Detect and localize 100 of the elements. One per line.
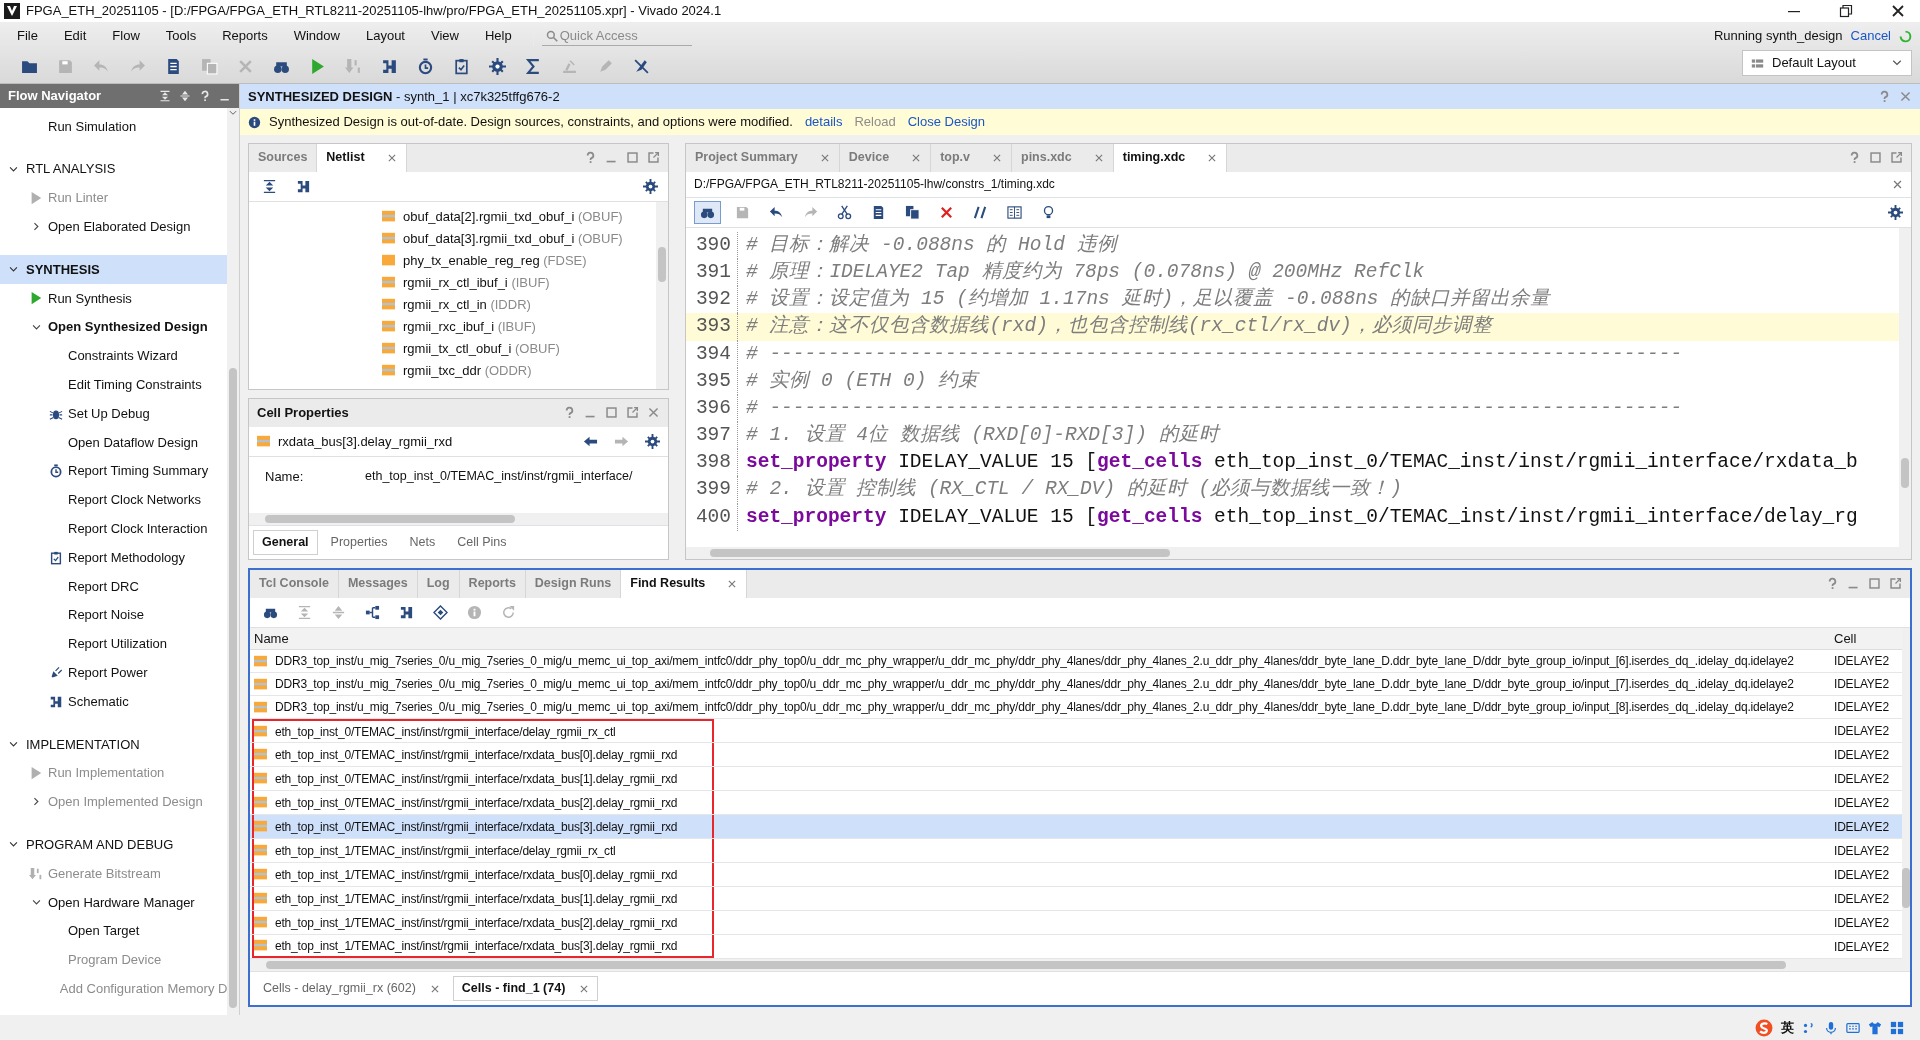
help-icon[interactable] bbox=[1826, 577, 1839, 591]
settings-icon[interactable] bbox=[645, 433, 660, 449]
nav-item[interactable]: Open Synthesized Design bbox=[0, 312, 228, 342]
column-header[interactable]: Name bbox=[250, 627, 1830, 650]
netlist-item[interactable]: rgmii_rxc_ibuf_i (IBUF) bbox=[403, 317, 536, 337]
tab[interactable]: General bbox=[253, 530, 318, 555]
layout-dropdown[interactable]: Default Layout bbox=[1742, 50, 1912, 76]
nav-section[interactable]: PROGRAM AND DEBUG bbox=[0, 830, 228, 860]
document-icon[interactable] bbox=[165, 57, 182, 75]
menu-item[interactable]: Flow bbox=[99, 26, 153, 46]
result-row[interactable]: eth_top_inst_1/TEMAC_inst/inst/rgmii_interface/delay_rgmii_rx_ctl IDELAYE2 bbox=[250, 838, 1902, 863]
help-icon[interactable] bbox=[584, 151, 597, 165]
quick-access-field[interactable]: Quick Access bbox=[541, 26, 692, 46]
clipboard-icon[interactable] bbox=[453, 57, 470, 75]
menu-item[interactable]: Edit bbox=[50, 26, 100, 46]
scrollbar[interactable] bbox=[656, 201, 668, 389]
menu-item[interactable]: Help bbox=[471, 26, 525, 46]
netlist-item[interactable]: phy_tx_enable_reg_reg (FDSE) bbox=[403, 251, 587, 271]
result-row[interactable]: eth_top_inst_1/TEMAC_inst/inst/rgmii_interface/rxdata_bus[2].delay_rgmii_rxd IDELAYE2 bbox=[250, 910, 1902, 935]
tab[interactable]: Cells - find_1 (74) bbox=[452, 976, 599, 1001]
result-row[interactable]: eth_top_inst_1/TEMAC_inst/inst/rgmii_interface/rxdata_bus[1].delay_rgmii_rxd IDELAYE2 bbox=[250, 886, 1902, 911]
maximize-icon[interactable] bbox=[605, 406, 618, 420]
keyboard-icon[interactable] bbox=[1846, 1020, 1860, 1035]
nav-item[interactable]: Report Utilization bbox=[0, 629, 228, 659]
scrollbar[interactable] bbox=[227, 108, 239, 1015]
float-icon[interactable] bbox=[1889, 577, 1902, 591]
tab[interactable]: timing.xdc bbox=[1113, 143, 1228, 172]
nav-item[interactable]: Schematic bbox=[0, 687, 228, 716]
maximize-icon[interactable] bbox=[626, 151, 639, 165]
info-link[interactable]: Close Design bbox=[907, 112, 985, 132]
lightbulb-icon[interactable] bbox=[1041, 204, 1056, 220]
tab[interactable]: pins.xdc bbox=[1012, 143, 1114, 172]
help-icon[interactable] bbox=[563, 406, 576, 420]
tab[interactable]: Device bbox=[839, 143, 932, 172]
netlist-item[interactable]: rgmii_tx_ctl_obuf_i (OBUF) bbox=[403, 339, 560, 359]
crossed-tool-icon[interactable] bbox=[633, 57, 650, 75]
stopwatch-icon[interactable] bbox=[417, 57, 434, 75]
nav-section[interactable]: SYNTHESIS bbox=[0, 255, 228, 284]
scrollbar[interactable] bbox=[686, 546, 1911, 559]
tab[interactable]: Find Results bbox=[621, 569, 748, 598]
tab[interactable]: Cell Pins bbox=[448, 530, 516, 555]
delete-icon[interactable] bbox=[939, 204, 954, 220]
menu-item[interactable]: View bbox=[418, 26, 472, 46]
sigma-icon[interactable] bbox=[525, 57, 542, 75]
result-row[interactable]: eth_top_inst_0/TEMAC_inst/inst/rgmii_interface/rxdata_bus[1].delay_rgmii_rxd IDELAYE2 bbox=[250, 766, 1902, 791]
netlist-item[interactable]: obuf_data[2].rgmii_txd_obuf_i (OBUF) bbox=[403, 207, 623, 227]
float-icon[interactable] bbox=[647, 151, 660, 165]
tab[interactable]: Cells - delay_rgmii_rx (602) bbox=[254, 976, 449, 1001]
restore-icon[interactable] bbox=[1838, 3, 1854, 19]
nav-section[interactable]: RTL ANALYSIS bbox=[0, 154, 228, 184]
scrollbar[interactable] bbox=[1902, 627, 1910, 960]
expand-all-icon[interactable] bbox=[179, 90, 191, 102]
result-row[interactable]: eth_top_inst_1/TEMAC_inst/inst/rgmii_interface/rxdata_bus[0].delay_rgmii_rxd IDELAYE2 bbox=[250, 862, 1902, 887]
maximize-icon[interactable] bbox=[1868, 577, 1881, 591]
grid-icon[interactable] bbox=[1890, 1020, 1904, 1035]
nav-item[interactable]: Report Methodology bbox=[0, 543, 228, 572]
nav-item[interactable]: Report Clock Interaction bbox=[0, 514, 228, 544]
cancel-link[interactable]: Cancel bbox=[1850, 26, 1891, 46]
play-icon[interactable] bbox=[309, 57, 326, 75]
collapse-all-icon[interactable] bbox=[262, 178, 277, 194]
help-icon[interactable] bbox=[1878, 90, 1891, 104]
tab[interactable]: Netlist bbox=[317, 143, 407, 172]
schematic-icon[interactable] bbox=[381, 57, 398, 75]
nav-item[interactable]: Set Up Debug bbox=[0, 399, 228, 428]
tab[interactable]: Nets bbox=[400, 530, 445, 555]
nav-item[interactable]: Report Timing Summary bbox=[0, 456, 228, 486]
netlist-item[interactable]: rgmii_rx_ctl_in (IDDR) bbox=[403, 295, 531, 315]
nav-item[interactable]: Edit Timing Constraints bbox=[0, 370, 228, 400]
nav-item[interactable]: Report DRC bbox=[0, 571, 228, 601]
result-row[interactable]: eth_top_inst_0/TEMAC_inst/inst/rgmii_interface/delay_rgmii_rx_ctl IDELAYE2 bbox=[250, 718, 1902, 743]
nav-item[interactable]: Run Synthesis bbox=[0, 284, 228, 313]
input-mode[interactable]: 英 bbox=[1781, 1017, 1794, 1038]
netlist-item[interactable]: rgmii_txc_ddr (ODDR) bbox=[403, 361, 532, 381]
diamond-icon[interactable] bbox=[433, 604, 448, 620]
close-icon[interactable] bbox=[1890, 3, 1906, 19]
paste-icon[interactable] bbox=[905, 204, 920, 220]
scrollbar[interactable] bbox=[249, 513, 668, 525]
settings-icon[interactable] bbox=[643, 178, 658, 194]
help-icon[interactable] bbox=[1848, 151, 1861, 165]
float-icon[interactable] bbox=[626, 406, 639, 420]
netlist-item[interactable]: rgmii_rx_ctl_ibuf_i (IBUF) bbox=[403, 273, 550, 293]
shirt-icon[interactable] bbox=[1868, 1020, 1882, 1035]
input-method-icon[interactable] bbox=[1755, 1018, 1773, 1037]
scrollbar[interactable] bbox=[250, 959, 1910, 972]
microphone-icon[interactable] bbox=[1824, 1020, 1838, 1035]
hierarchy-icon[interactable] bbox=[365, 604, 380, 620]
maximize-icon[interactable] bbox=[1869, 151, 1882, 165]
menu-item[interactable]: Tools bbox=[152, 26, 210, 46]
punctuation-icon[interactable] bbox=[1802, 1020, 1816, 1035]
result-row[interactable]: eth_top_inst_0/TEMAC_inst/inst/rgmii_interface/rxdata_bus[0].delay_rgmii_rxd IDELAYE2 bbox=[250, 742, 1902, 767]
tab[interactable]: Log bbox=[417, 569, 460, 598]
nav-item[interactable]: Report Noise bbox=[0, 600, 228, 630]
menu-item[interactable]: File bbox=[4, 26, 51, 46]
nav-item[interactable]: Open Dataflow Design bbox=[0, 427, 228, 457]
nav-item[interactable]: Open Hardware Manager bbox=[0, 887, 228, 917]
tab[interactable]: Properties bbox=[321, 530, 397, 555]
float-icon[interactable] bbox=[1890, 151, 1903, 165]
menu-item[interactable]: Reports bbox=[209, 26, 281, 46]
collapse-all-icon[interactable] bbox=[159, 90, 171, 102]
nav-item[interactable]: Open Elaborated Design bbox=[0, 212, 228, 242]
